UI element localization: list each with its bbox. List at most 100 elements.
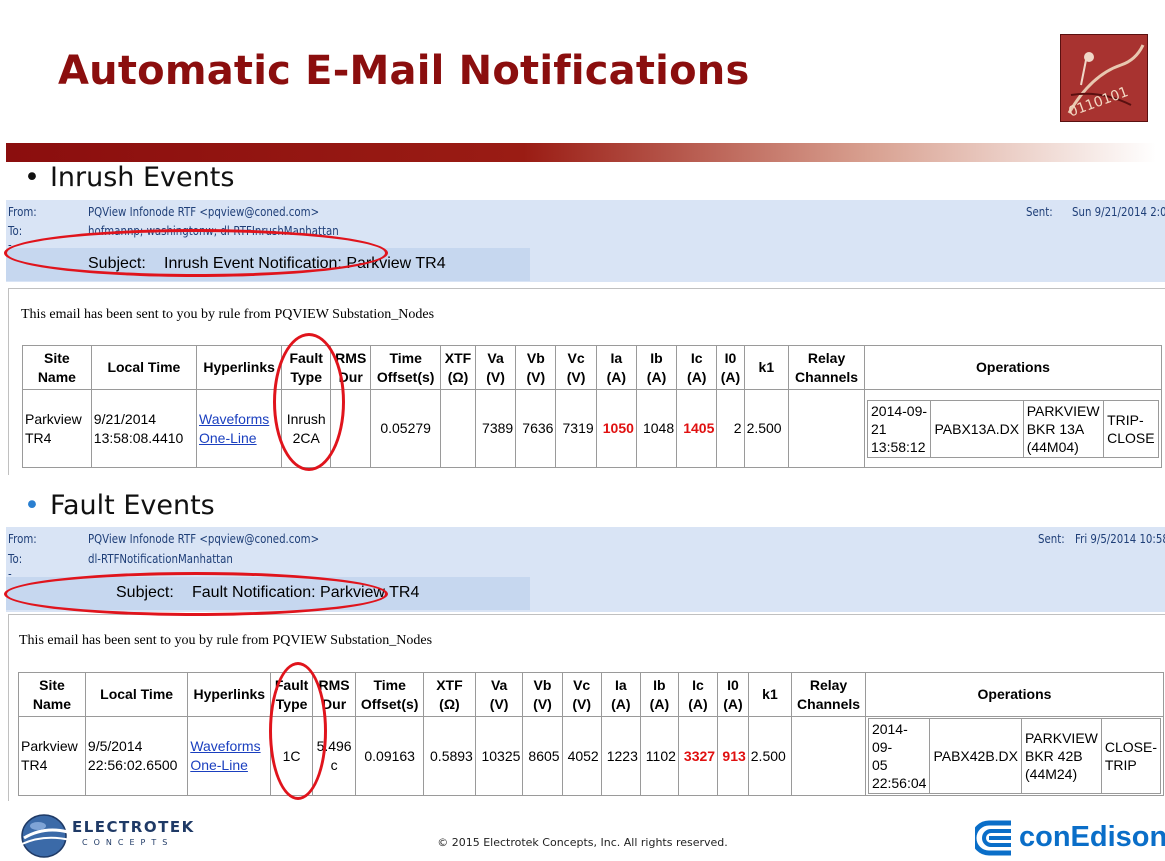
sent-label: Sent: xyxy=(1026,205,1053,219)
cell-i0: 2 xyxy=(716,389,745,468)
col-relay-channels: Relay Channels xyxy=(791,672,866,717)
table-row: Parkview TR4 9/5/2014 22:56:02.6500 Wavefo… xyxy=(18,716,1165,796)
col-site-name: Site Name xyxy=(22,345,92,390)
from-label: From: xyxy=(8,532,37,546)
to-label: To: xyxy=(8,552,23,566)
to-value[interactable]: dl-RTFNotificationManhattan xyxy=(88,552,233,566)
col-xtf: XTF (Ω) xyxy=(423,672,476,717)
cell-operations: 2014-09- 21 13:58:12 PABX13A.DX PARKVIEW BK… xyxy=(864,389,1162,468)
col-vc: Vc (V) xyxy=(561,672,602,717)
cell-ia: 1223 xyxy=(600,716,641,796)
col-time-offset: Time Offset(s) xyxy=(370,345,441,390)
title-underline-bar xyxy=(6,143,1156,162)
sent-label: Sent: xyxy=(1038,532,1065,546)
op-file: PABX13A.DX xyxy=(930,399,1024,458)
bullet-dot-icon: • xyxy=(24,162,40,193)
cell-hyperlinks: Waveforms One-Line xyxy=(187,716,272,796)
cell-hyperlinks: Waveforms One-Line xyxy=(195,389,283,468)
cell-local-time: 9/5/2014 22:56:02.6500 xyxy=(84,716,189,796)
cell-site-name: Parkview TR4 xyxy=(18,716,86,796)
col-ib: Ib (A) xyxy=(639,672,679,717)
waveforms-link[interactable]: Waveforms xyxy=(199,410,279,429)
subject-highlight-circle xyxy=(4,572,388,616)
col-hyperlinks: Hyperlinks xyxy=(195,345,283,390)
op-date: 2014-09- 21 13:58:12 xyxy=(866,399,932,458)
op-action: CLOSE- TRIP xyxy=(1100,718,1162,794)
email-intro-text: This email has been sent to you by rule … xyxy=(19,633,433,648)
col-hyperlinks: Hyperlinks xyxy=(187,672,272,717)
op-date: 2014-09- 05 22:56:04 xyxy=(867,718,931,794)
cell-ic: 3327 xyxy=(677,716,719,796)
col-va: Va (V) xyxy=(474,672,524,717)
col-ia: Ia (A) xyxy=(595,345,637,390)
from-value[interactable]: PQView Infonode RTF <pqview@coned.com> xyxy=(88,205,319,219)
col-k1: k1 xyxy=(743,345,790,390)
cell-vb: 7636 xyxy=(515,389,557,468)
op-file: PABX42B.DX xyxy=(929,718,1022,794)
col-va: Va (V) xyxy=(474,345,517,390)
table-header-row: Site Name Local Time Hyperlinks Fault Type… xyxy=(18,672,1165,717)
subject-highlight-circle xyxy=(4,229,388,277)
waveforms-link[interactable]: Waveforms xyxy=(190,737,268,756)
col-k1: k1 xyxy=(747,672,793,717)
operations-table: 2014-09- 05 22:56:04 PABX42B.DX PARKVIEW BK… xyxy=(867,718,1162,794)
cell-time-offset: 0.09163 xyxy=(355,716,425,796)
bullet-dot-icon: • xyxy=(24,490,40,521)
sent-value: Sun 9/21/2014 2:00 xyxy=(1072,205,1165,219)
table-header-row: Site Name Local Time Hyperlinks Fault Type… xyxy=(22,345,1162,390)
col-operations: Operations xyxy=(864,345,1162,390)
col-site-name: Site Name xyxy=(18,672,86,717)
col-vc: Vc (V) xyxy=(555,345,597,390)
col-time-offset: Time Offset(s) xyxy=(355,672,425,717)
fault-bullet: • Fault Events xyxy=(24,490,215,521)
cell-ic: 1405 xyxy=(676,389,718,468)
from-value[interactable]: PQView Infonode RTF <pqview@coned.com> xyxy=(88,532,319,546)
cell-vc: 4052 xyxy=(561,716,602,796)
cell-local-time: 9/21/2014 13:58:08.4410 xyxy=(90,389,198,468)
cell-va: 10325 xyxy=(474,716,524,796)
col-vb: Vb (V) xyxy=(515,345,557,390)
cell-vb: 8605 xyxy=(522,716,563,796)
electrotek-name: ELECTROTEK xyxy=(72,818,195,836)
one-line-link[interactable]: One-Line xyxy=(199,429,279,448)
cell-k1: 2.500 xyxy=(747,716,793,796)
one-line-link[interactable]: One-Line xyxy=(190,756,268,775)
inrush-event-table: Site Name Local Time Hyperlinks Fault Type… xyxy=(22,345,1162,468)
col-local-time: Local Time xyxy=(84,672,189,717)
fault-event-table: Site Name Local Time Hyperlinks Fault Type… xyxy=(18,672,1165,796)
col-ic: Ic (A) xyxy=(676,345,718,390)
cell-ib: 1048 xyxy=(635,389,678,468)
cell-xtf xyxy=(439,389,476,468)
col-ia: Ia (A) xyxy=(600,672,641,717)
fault-type-highlight-circle xyxy=(273,333,345,471)
table-row: Parkview TR4 9/21/2014 13:58:08.4410 Wavef… xyxy=(22,389,1162,468)
op-action: TRIP- CLOSE xyxy=(1103,399,1159,458)
cell-time-offset: 0.05279 xyxy=(370,389,441,468)
cell-relay-channels xyxy=(791,716,866,796)
col-ic: Ic (A) xyxy=(677,672,719,717)
cell-relay-channels xyxy=(788,389,865,468)
decorative-logo-image: 0110101 xyxy=(1060,34,1148,122)
col-local-time: Local Time xyxy=(90,345,198,390)
to-label: To: xyxy=(8,224,23,238)
col-operations: Operations xyxy=(864,672,1165,717)
sent-value: Fri 9/5/2014 10:58 xyxy=(1075,532,1165,546)
col-xtf: XTF (Ω) xyxy=(439,345,476,390)
conedison-mark-icon xyxy=(975,820,1011,856)
col-i0: I0 (A) xyxy=(717,672,749,717)
cell-xtf: 0.5893 xyxy=(423,716,476,796)
fault-type-highlight-circle xyxy=(269,662,327,800)
cell-i0: 913 xyxy=(717,716,749,796)
col-ib: Ib (A) xyxy=(635,345,678,390)
operations-table: 2014-09- 21 13:58:12 PABX13A.DX PARKVIEW BK… xyxy=(866,399,1159,458)
inrush-bullet: • Inrush Events xyxy=(24,162,235,193)
op-breaker: PARKVIEW BKR 13A (44M04) xyxy=(1022,399,1105,458)
cell-va: 7389 xyxy=(474,389,517,468)
slide-title: Automatic E-Mail Notifications xyxy=(58,48,750,94)
conedison-logo: conEdison xyxy=(975,817,1165,859)
conedison-name: conEdison xyxy=(1019,821,1165,853)
cell-site-name: Parkview TR4 xyxy=(22,389,92,468)
cell-ib: 1102 xyxy=(639,716,679,796)
op-breaker: PARKVIEW BKR 42B (44M24) xyxy=(1021,718,1102,794)
cell-ia: 1050 xyxy=(595,389,637,468)
